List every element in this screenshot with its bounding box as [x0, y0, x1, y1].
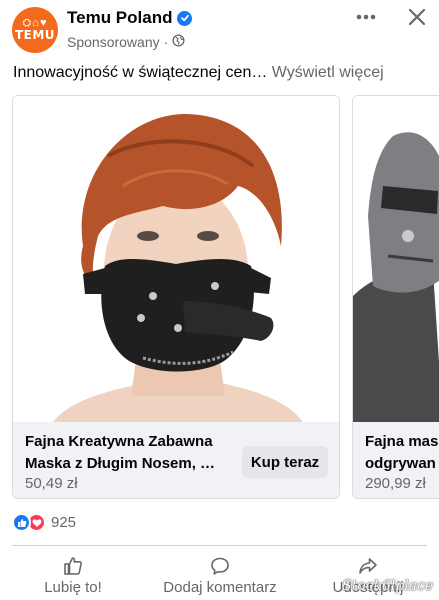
temu-logo-text: TEMU [14, 28, 56, 42]
see-more-link[interactable]: Wyświetl więcej [272, 64, 384, 81]
product-title-line2: odgrywan [365, 455, 436, 472]
buy-now-button[interactable]: Kup teraz [242, 446, 328, 478]
dot-separator: · [163, 34, 169, 50]
page-name-link[interactable]: Temu Poland [67, 8, 193, 28]
product-card[interactable]: Fajna Kreatywna Zabawna Maska z Długim N… [12, 95, 340, 499]
sponsored-row: Sponsorowany · [67, 34, 185, 50]
more-options-button[interactable] [352, 6, 380, 28]
product-title-line1: Fajna mas [365, 433, 439, 450]
product-info: Fajna mas odgrywan 290,99 zł [353, 422, 439, 498]
product-carousel[interactable]: Fajna Kreatywna Zabawna Maska z Długim N… [0, 95, 439, 501]
watermark: Stock6lplace [342, 578, 434, 594]
like-reaction-icon [12, 513, 31, 532]
globe-icon [172, 34, 185, 50]
product-image-helmet[interactable] [353, 96, 439, 422]
product-image-mask[interactable] [13, 96, 339, 422]
page-avatar[interactable]: ⛭⌂♥ TEMU [12, 7, 58, 53]
product-title-line1: Fajna Kreatywna Zabawna [25, 433, 213, 450]
caption-text: Innowacyjność w świątecznej cen… [13, 64, 268, 81]
sponsored-label[interactable]: Sponsorowany [67, 34, 160, 50]
close-icon [408, 8, 426, 26]
product-title-line2: Maska z Długim Nosem, … [25, 455, 216, 472]
close-button[interactable] [403, 3, 431, 31]
product-card[interactable]: Fajna mas odgrywan 290,99 zł [352, 95, 439, 499]
like-button[interactable]: Lubię to! [13, 552, 133, 600]
share-icon [359, 558, 377, 574]
reactions-summary[interactable]: 925 [12, 513, 76, 532]
thumbs-up-icon [64, 557, 82, 575]
comment-button[interactable]: Dodaj komentarz [160, 552, 280, 600]
reaction-count: 925 [51, 514, 77, 531]
product-price: 290,99 zł [365, 475, 426, 492]
product-price: 50,49 zł [25, 475, 78, 492]
verified-badge-icon [177, 10, 193, 26]
like-label: Lubię to! [44, 579, 102, 596]
comment-label: Dodaj komentarz [163, 579, 277, 596]
product-title[interactable]: Fajna mas odgrywan [365, 431, 439, 475]
post-header: ⛭⌂♥ TEMU Temu Poland Sponsorowany · [0, 0, 439, 62]
more-options-icon [356, 14, 376, 20]
post-caption: Innowacyjność w świątecznej cen… Wyświet… [13, 64, 433, 82]
comment-icon [211, 557, 229, 575]
product-info: Fajna Kreatywna Zabawna Maska z Długim N… [13, 422, 339, 498]
page-name[interactable]: Temu Poland [67, 8, 172, 28]
action-divider [12, 545, 427, 546]
product-title[interactable]: Fajna Kreatywna Zabawna Maska z Długim N… [25, 431, 235, 475]
